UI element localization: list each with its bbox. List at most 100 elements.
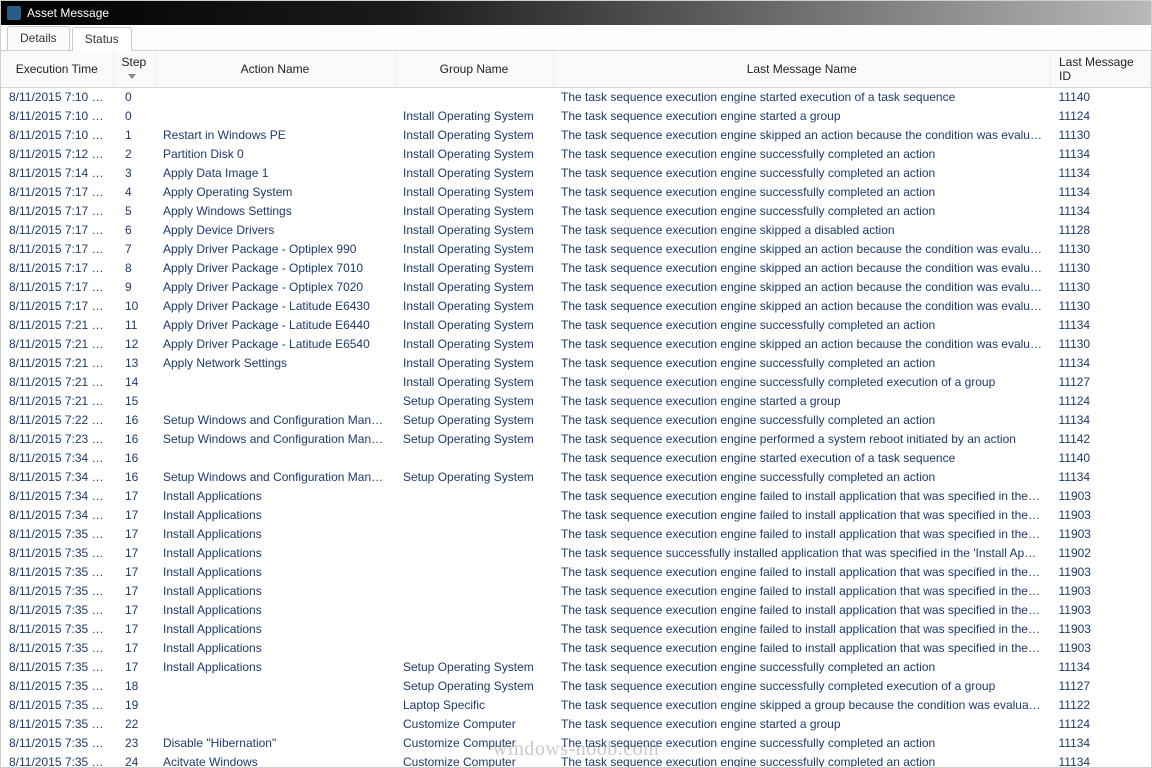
- table-row[interactable]: 8/11/2015 7:10 PM0Install Operating Syst…: [1, 107, 1151, 126]
- cell-group-name: Customize Computer: [395, 734, 553, 753]
- cell-last-message-name: The task sequence execution engine faile…: [553, 487, 1051, 506]
- cell-last-message-id: 11134: [1051, 202, 1151, 221]
- tab-status[interactable]: Status: [72, 27, 132, 51]
- cell-last-message-name: The task sequence execution engine succe…: [553, 658, 1051, 677]
- cell-last-message-id: 11134: [1051, 411, 1151, 430]
- table-row[interactable]: 8/11/2015 7:35 PM17Install ApplicationsS…: [1, 658, 1151, 677]
- tab-details[interactable]: Details: [7, 26, 70, 50]
- table-row[interactable]: 8/11/2015 7:17 PM6Apply Device DriversIn…: [1, 221, 1151, 240]
- cell-step: 16: [113, 411, 155, 430]
- cell-execution-time: 8/11/2015 7:34 PM: [1, 506, 113, 525]
- cell-execution-time: 8/11/2015 7:35 PM: [1, 658, 113, 677]
- cell-last-message-id: 11903: [1051, 601, 1151, 620]
- table-row[interactable]: 8/11/2015 7:21 PM13Apply Network Setting…: [1, 354, 1151, 373]
- title-bar[interactable]: Asset Message: [1, 1, 1151, 25]
- table-row[interactable]: 8/11/2015 7:17 PM7Apply Driver Package -…: [1, 240, 1151, 259]
- table-row[interactable]: 8/11/2015 7:21 PM14Install Operating Sys…: [1, 373, 1151, 392]
- table-row[interactable]: 8/11/2015 7:35 PM17Install ApplicationsT…: [1, 582, 1151, 601]
- table-row[interactable]: 8/11/2015 7:17 PM10Apply Driver Package …: [1, 297, 1151, 316]
- table-row[interactable]: 8/11/2015 7:34 PM16The task sequence exe…: [1, 449, 1151, 468]
- cell-execution-time: 8/11/2015 7:35 PM: [1, 620, 113, 639]
- cell-action-name: Apply Driver Package - Latitude E6430: [155, 297, 395, 316]
- table-row[interactable]: 8/11/2015 7:34 PM16Setup Windows and Con…: [1, 468, 1151, 487]
- status-grid[interactable]: Execution Time Step Action Name Group Na…: [1, 51, 1151, 767]
- table-row[interactable]: 8/11/2015 7:17 PM5Apply Windows Settings…: [1, 202, 1151, 221]
- table-row[interactable]: 8/11/2015 7:17 PM9Apply Driver Package -…: [1, 278, 1151, 297]
- table-body: 8/11/2015 7:10 PM0The task sequence exec…: [1, 88, 1151, 768]
- cell-last-message-id: 11134: [1051, 753, 1151, 767]
- cell-last-message-name: The task sequence execution engine succe…: [553, 316, 1051, 335]
- cell-last-message-name: The task sequence execution engine faile…: [553, 506, 1051, 525]
- cell-action-name: Setup Windows and Configuration Manager: [155, 468, 395, 487]
- cell-group-name: Install Operating System: [395, 278, 553, 297]
- cell-execution-time: 8/11/2015 7:34 PM: [1, 487, 113, 506]
- cell-step: 18: [113, 677, 155, 696]
- cell-last-message-name: The task sequence execution engine succe…: [553, 354, 1051, 373]
- cell-action-name: Apply Windows Settings: [155, 202, 395, 221]
- cell-action-name: Apply Driver Package - Latitude E6540: [155, 335, 395, 354]
- col-last-message-name[interactable]: Last Message Name: [553, 51, 1051, 88]
- cell-group-name: Install Operating System: [395, 240, 553, 259]
- cell-last-message-id: 11903: [1051, 525, 1151, 544]
- cell-last-message-name: The task sequence execution engine succe…: [553, 468, 1051, 487]
- table-row[interactable]: 8/11/2015 7:35 PM22Customize ComputerThe…: [1, 715, 1151, 734]
- cell-action-name: Apply Operating System: [155, 183, 395, 202]
- cell-last-message-id: 11902: [1051, 544, 1151, 563]
- window-title: Asset Message: [27, 6, 109, 20]
- table-row[interactable]: 8/11/2015 7:35 PM19Laptop SpecificThe ta…: [1, 696, 1151, 715]
- cell-execution-time: 8/11/2015 7:35 PM: [1, 696, 113, 715]
- table-row[interactable]: 8/11/2015 7:12 PM2Partition Disk 0Instal…: [1, 145, 1151, 164]
- cell-execution-time: 8/11/2015 7:35 PM: [1, 582, 113, 601]
- table-row[interactable]: 8/11/2015 7:10 PM0The task sequence exec…: [1, 88, 1151, 108]
- cell-last-message-id: 11127: [1051, 677, 1151, 696]
- cell-last-message-name: The task sequence execution engine succe…: [553, 373, 1051, 392]
- cell-group-name: [395, 639, 553, 658]
- cell-group-name: [395, 525, 553, 544]
- col-group-name[interactable]: Group Name: [395, 51, 553, 88]
- cell-last-message-name: The task sequence execution engine faile…: [553, 601, 1051, 620]
- cell-action-name: [155, 107, 395, 126]
- table-row[interactable]: 8/11/2015 7:21 PM11Apply Driver Package …: [1, 316, 1151, 335]
- cell-action-name: Disable "Hibernation": [155, 734, 395, 753]
- table-row[interactable]: 8/11/2015 7:21 PM15Setup Operating Syste…: [1, 392, 1151, 411]
- table-row[interactable]: 8/11/2015 7:35 PM24Acitvate WindowsCusto…: [1, 753, 1151, 767]
- cell-last-message-name: The task sequence execution engine skipp…: [553, 278, 1051, 297]
- cell-action-name: Install Applications: [155, 487, 395, 506]
- cell-last-message-name: The task sequence execution engine faile…: [553, 620, 1051, 639]
- cell-last-message-id: 11903: [1051, 487, 1151, 506]
- cell-step: 10: [113, 297, 155, 316]
- cell-last-message-name: The task sequence execution engine start…: [553, 715, 1051, 734]
- col-step[interactable]: Step: [113, 51, 155, 88]
- app-icon: [7, 6, 21, 20]
- table-row[interactable]: 8/11/2015 7:35 PM17Install ApplicationsT…: [1, 620, 1151, 639]
- cell-step: 12: [113, 335, 155, 354]
- cell-action-name: Setup Windows and Configuration Manager: [155, 430, 395, 449]
- table-row[interactable]: 8/11/2015 7:34 PM17Install ApplicationsT…: [1, 487, 1151, 506]
- cell-group-name: Setup Operating System: [395, 468, 553, 487]
- col-last-message-id[interactable]: Last Message ID: [1051, 51, 1151, 88]
- table-row[interactable]: 8/11/2015 7:21 PM12Apply Driver Package …: [1, 335, 1151, 354]
- cell-last-message-name: The task sequence execution engine skipp…: [553, 259, 1051, 278]
- cell-last-message-name: The task sequence execution engine succe…: [553, 164, 1051, 183]
- cell-step: 17: [113, 658, 155, 677]
- table-row[interactable]: 8/11/2015 7:35 PM17Install ApplicationsT…: [1, 639, 1151, 658]
- cell-last-message-name: The task sequence execution engine succe…: [553, 753, 1051, 767]
- table-row[interactable]: 8/11/2015 7:10 PM1Restart in Windows PEI…: [1, 126, 1151, 145]
- table-row[interactable]: 8/11/2015 7:34 PM17Install ApplicationsT…: [1, 506, 1151, 525]
- cell-group-name: [395, 582, 553, 601]
- table-row[interactable]: 8/11/2015 7:35 PM17Install ApplicationsT…: [1, 563, 1151, 582]
- table-row[interactable]: 8/11/2015 7:17 PM4Apply Operating System…: [1, 183, 1151, 202]
- col-execution-time[interactable]: Execution Time: [1, 51, 113, 88]
- table-row[interactable]: 8/11/2015 7:14 PM3Apply Data Image 1Inst…: [1, 164, 1151, 183]
- table-row[interactable]: 8/11/2015 7:22 PM16Setup Windows and Con…: [1, 411, 1151, 430]
- table-row[interactable]: 8/11/2015 7:23 PM16Setup Windows and Con…: [1, 430, 1151, 449]
- col-action-name[interactable]: Action Name: [155, 51, 395, 88]
- table-row[interactable]: 8/11/2015 7:17 PM8Apply Driver Package -…: [1, 259, 1151, 278]
- table-row[interactable]: 8/11/2015 7:35 PM23Disable "Hibernation"…: [1, 734, 1151, 753]
- cell-step: 17: [113, 525, 155, 544]
- table-row[interactable]: 8/11/2015 7:35 PM17Install ApplicationsT…: [1, 601, 1151, 620]
- table-row[interactable]: 8/11/2015 7:35 PM17Install ApplicationsT…: [1, 525, 1151, 544]
- table-row[interactable]: 8/11/2015 7:35 PM17Install ApplicationsT…: [1, 544, 1151, 563]
- cell-last-message-id: 11130: [1051, 240, 1151, 259]
- table-row[interactable]: 8/11/2015 7:35 PM18Setup Operating Syste…: [1, 677, 1151, 696]
